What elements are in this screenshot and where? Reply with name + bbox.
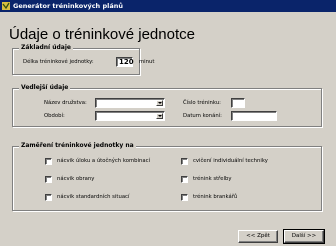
page-title: Údaje o tréninkové jednotce [9, 26, 195, 43]
attack-combinations-label[interactable]: nácvik úloku a útočných kombinací [57, 157, 150, 165]
window-title: Generátor tréninkových plánů [13, 2, 123, 10]
length-label: Délka tréninkové jednotky: [23, 59, 94, 65]
training-number-label: Číslo tréninku: [183, 100, 221, 106]
back-button[interactable]: << Zpět [238, 230, 278, 243]
date-label: Datum konání: [183, 113, 222, 119]
checkbox-goalkeepers[interactable] [181, 194, 188, 201]
chevron-down-icon[interactable] [156, 113, 163, 119]
next-button[interactable]: Další >> [283, 229, 325, 244]
app-icon [2, 2, 10, 10]
checkbox-defense[interactable] [45, 176, 52, 183]
training-focus-group: Zaměření tréninkové jednotky na nácvik ú… [12, 141, 322, 211]
checkbox-attack-combinations[interactable] [45, 158, 52, 165]
side-info-group: Vedlejší údaje Název družstva: Období: Č… [12, 83, 322, 127]
team-label: Název družstva: [44, 100, 87, 106]
basic-info-group: Základní údaje Délka tréninkové jednotky… [12, 43, 154, 75]
checkbox-individual-technique[interactable] [181, 158, 188, 165]
length-input[interactable]: 120 [116, 57, 134, 67]
period-select[interactable] [95, 111, 165, 121]
training-focus-legend: Zaměření tréninkové jednotky na [19, 141, 136, 150]
checkbox-shooting[interactable] [181, 176, 188, 183]
title-bar: Generátor tréninkových plánů [0, 0, 336, 12]
individual-technique-label[interactable]: cvičení individuální techniky [193, 157, 268, 165]
date-input[interactable] [231, 111, 277, 121]
period-label: Období: [44, 113, 65, 119]
training-number-input[interactable] [231, 98, 245, 108]
team-select[interactable] [95, 98, 165, 108]
defense-label[interactable]: nácvik obrany [57, 175, 94, 183]
length-unit: minut [139, 59, 155, 65]
goalkeepers-label[interactable]: trénink brankářů [193, 193, 237, 201]
length-value: 120 [119, 58, 134, 66]
chevron-down-icon[interactable] [156, 100, 163, 106]
shooting-label[interactable]: trénink střelby [193, 175, 231, 183]
side-info-legend: Vedlejší údaje [19, 83, 71, 92]
set-pieces-label[interactable]: nácvik standardních situací [57, 193, 129, 201]
basic-info-legend: Základní údaje [19, 43, 73, 52]
checkbox-set-pieces[interactable] [45, 194, 52, 201]
